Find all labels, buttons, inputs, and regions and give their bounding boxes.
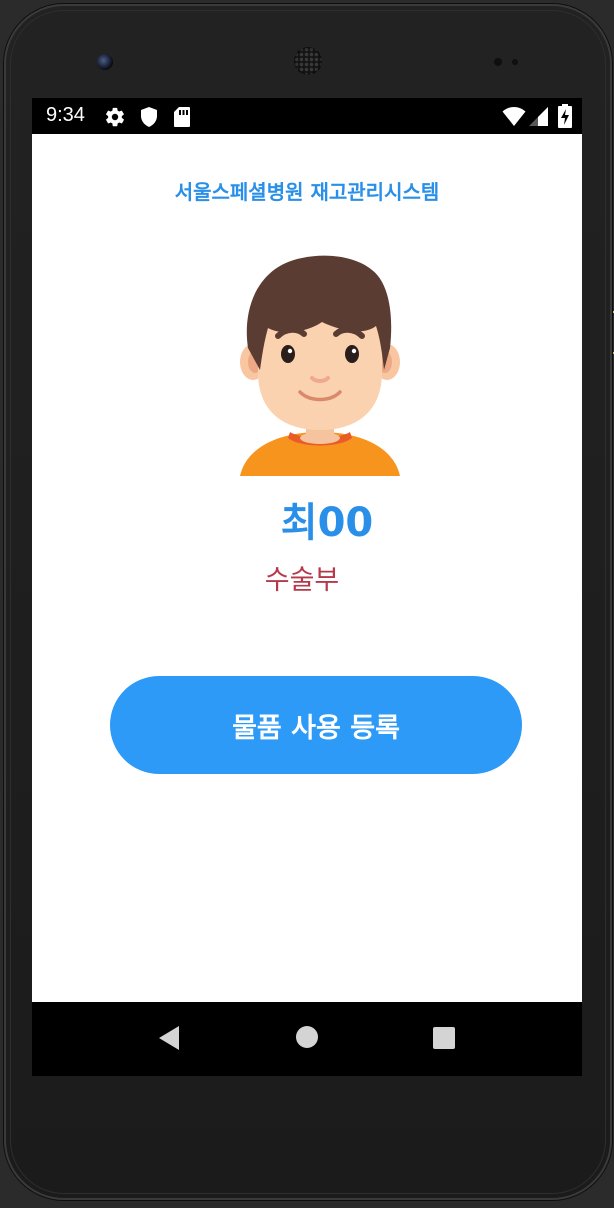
sensor-icon — [512, 59, 518, 65]
phone-frame: 9:34 서울스페셜병원 재고관리시스템 최00 수술부 물품 사용 등록 — [4, 4, 612, 1200]
wifi-icon — [502, 107, 526, 126]
sensor-icon — [494, 58, 502, 66]
user-department: 수술부 — [264, 565, 340, 596]
earpiece-speaker-icon — [294, 47, 322, 75]
status-bar: 9:34 — [32, 98, 582, 134]
app-title: 서울스페셜병원 재고관리시스템 — [174, 180, 440, 204]
front-camera-icon — [97, 54, 113, 70]
home-icon[interactable] — [295, 1025, 319, 1049]
signal-icon — [529, 107, 548, 126]
status-time: 9:34 — [46, 104, 85, 126]
sd-card-icon — [174, 107, 190, 127]
phone-screen: 9:34 서울스페셜병원 재고관리시스템 최00 수술부 물품 사용 등록 — [32, 98, 582, 1076]
navigation-bar — [32, 1002, 582, 1076]
recents-icon[interactable] — [432, 1026, 456, 1050]
item-usage-register-button[interactable]: 물품 사용 등록 — [110, 676, 522, 774]
shield-icon — [141, 107, 157, 127]
user-name: 최00 — [280, 500, 374, 546]
gear-icon — [106, 107, 124, 127]
battery-charging-icon — [558, 104, 572, 128]
back-icon[interactable] — [157, 1024, 181, 1052]
boy-avatar-icon — [240, 255, 400, 476]
